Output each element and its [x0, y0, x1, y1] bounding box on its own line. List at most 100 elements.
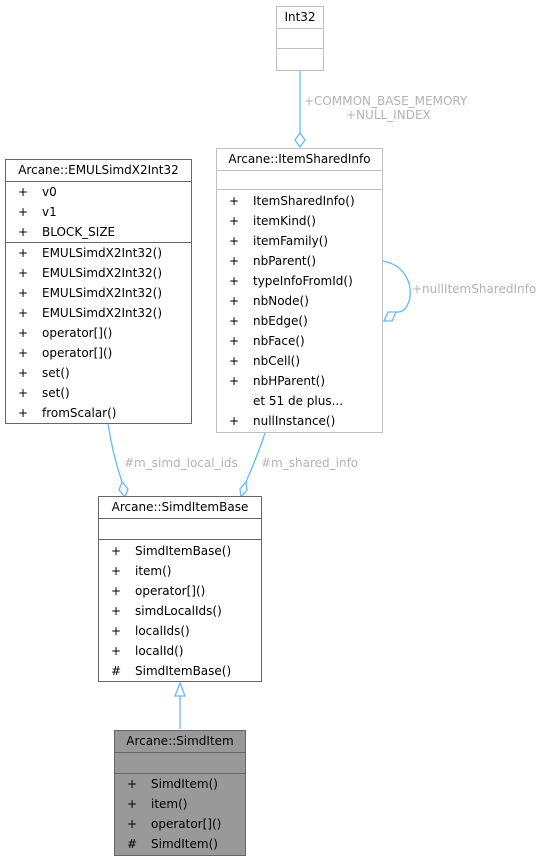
member-row[interactable]: + item() — [115, 794, 245, 814]
member-row[interactable]: + operator[]() — [99, 581, 261, 601]
member-row[interactable]: + EMULSimdX2Int32() — [6, 303, 191, 323]
member-name: ItemSharedInfo() — [253, 194, 355, 208]
member-name: SimdItemBase() — [135, 664, 232, 678]
member-name: EMULSimdX2Int32() — [42, 266, 162, 280]
visibility-marker: + — [17, 205, 29, 219]
member-row[interactable]: # SimdItem() — [115, 834, 245, 854]
visibility-marker: + — [17, 225, 29, 239]
member-name: set() — [42, 386, 70, 400]
class-simd-item[interactable]: Arcane::SimdItem + SimdItem() + item() + oper… — [114, 730, 246, 856]
member-name: localId() — [135, 644, 184, 658]
class-simd-item-base[interactable]: Arcane::SimdItemBase + SimdItemBase() + ite… — [98, 496, 262, 682]
member-row[interactable]: + nbEdge() — [217, 311, 382, 331]
member-row[interactable]: + nbCell() — [217, 351, 382, 371]
member-row[interactable]: + localIds() — [99, 621, 261, 641]
visibility-marker: + — [17, 306, 29, 320]
member-row[interactable]: + ItemSharedInfo() — [217, 191, 382, 211]
class-title: Arcane::SimdItem — [126, 734, 234, 748]
member-name: nbParent() — [253, 254, 316, 268]
edge-itemsharedinfo-self — [382, 260, 411, 313]
member-name: SimdItem() — [151, 777, 218, 791]
member-name: BLOCK_SIZE — [42, 225, 116, 239]
visibility-marker: + — [110, 544, 122, 558]
member-name: set() — [42, 366, 70, 380]
member-name: item() — [135, 564, 172, 578]
visibility-marker: + — [228, 314, 240, 328]
member-row[interactable]: + SimdItemBase() — [99, 541, 261, 561]
attributes-section — [277, 28, 323, 48]
visibility-marker: # — [110, 664, 122, 678]
class-item-shared-info[interactable]: Arcane::ItemSharedInfo + ItemSharedInfo()… — [216, 148, 383, 433]
member-name: v1 — [42, 205, 57, 219]
aggregation-diamond-icon — [294, 131, 306, 149]
member-row[interactable]: + nbFace() — [217, 331, 382, 351]
member-name: fromScalar() — [42, 406, 117, 420]
member-row[interactable]: + SimdItem() — [115, 774, 245, 794]
class-int32[interactable]: Int32 — [276, 6, 324, 71]
visibility-marker: + — [228, 194, 240, 208]
visibility-marker: + — [228, 214, 240, 228]
member-row[interactable]: + fromScalar() — [6, 403, 191, 423]
member-row[interactable]: + typeInfoFromId() — [217, 271, 382, 291]
visibility-marker: + — [17, 366, 29, 380]
visibility-marker: # — [126, 837, 138, 851]
member-row[interactable]: + EMULSimdX2Int32() — [6, 263, 191, 283]
visibility-marker: + — [228, 274, 240, 288]
visibility-marker: + — [228, 354, 240, 368]
member-row[interactable]: + nbParent() — [217, 251, 382, 271]
more-members-note[interactable]: et 51 de plus... — [217, 391, 382, 411]
edge-label-null-index: +NULL_INDEX — [346, 108, 431, 122]
methods-section: + EMULSimdX2Int32() + EMULSimdX2Int32() + EMU… — [6, 242, 191, 423]
member-row[interactable]: + nullInstance() — [217, 411, 382, 431]
member-name: simdLocalIds() — [135, 604, 222, 618]
member-row[interactable]: # SimdItemBase() — [99, 661, 261, 681]
aggregation-diamond-icon — [118, 480, 129, 499]
visibility-marker: + — [17, 246, 29, 260]
member-row[interactable]: + set() — [6, 383, 191, 403]
visibility-marker: + — [110, 624, 122, 638]
visibility-marker: + — [228, 234, 240, 248]
member-row[interactable]: + EMULSimdX2Int32() — [6, 283, 191, 303]
class-emul-simd-x2-int32[interactable]: Arcane::EMULSimdX2Int32 + v0 + v1 + BLOCK_SIZ… — [5, 159, 192, 424]
member-row[interactable]: + operator[]() — [6, 343, 191, 363]
member-row[interactable]: + localId() — [99, 641, 261, 661]
visibility-marker: + — [126, 797, 138, 811]
edge-label-m-shared-info: #m_shared_info — [261, 456, 359, 470]
class-title: Arcane::EMULSimdX2Int32 — [18, 163, 179, 177]
visibility-marker: + — [110, 564, 122, 578]
visibility-marker: + — [228, 254, 240, 268]
member-name: nbFace() — [253, 334, 305, 348]
visibility-marker: + — [228, 334, 240, 348]
member-name: nullInstance() — [253, 414, 336, 428]
member-name: itemFamily() — [253, 234, 329, 248]
member-name: operator[]() — [42, 326, 113, 340]
member-name: itemKind() — [253, 214, 316, 228]
member-row[interactable]: + operator[]() — [115, 814, 245, 834]
member-name: EMULSimdX2Int32() — [42, 246, 162, 260]
attributes-section — [115, 752, 245, 773]
visibility-marker: + — [17, 266, 29, 280]
member-row[interactable]: + itemFamily() — [217, 231, 382, 251]
member-name: operator[]() — [135, 584, 206, 598]
member-row[interactable]: + BLOCK_SIZE — [6, 222, 191, 242]
methods-section: + ItemSharedInfo() + itemKind() + itemFamily(… — [217, 189, 382, 431]
member-row[interactable]: + v0 — [6, 182, 191, 202]
edge-label-m-simd-local-ids: #m_simd_local_ids — [124, 456, 238, 470]
aggregation-diamond-icon — [382, 311, 398, 322]
member-row[interactable]: + itemKind() — [217, 211, 382, 231]
member-row[interactable]: + operator[]() — [6, 323, 191, 343]
visibility-marker: + — [110, 584, 122, 598]
member-name: nbCell() — [253, 354, 301, 368]
member-row[interactable]: + simdLocalIds() — [99, 601, 261, 621]
member-row[interactable]: + item() — [99, 561, 261, 581]
member-row[interactable]: + v1 — [6, 202, 191, 222]
visibility-marker: + — [110, 644, 122, 658]
member-row[interactable]: + EMULSimdX2Int32() — [6, 243, 191, 263]
visibility-marker: + — [228, 294, 240, 308]
member-name: nbNode() — [253, 294, 309, 308]
member-row[interactable]: + nbHParent() — [217, 371, 382, 391]
visibility-marker: + — [17, 386, 29, 400]
member-row[interactable]: + nbNode() — [217, 291, 382, 311]
member-row[interactable]: + set() — [6, 363, 191, 383]
member-name: localIds() — [135, 624, 190, 638]
